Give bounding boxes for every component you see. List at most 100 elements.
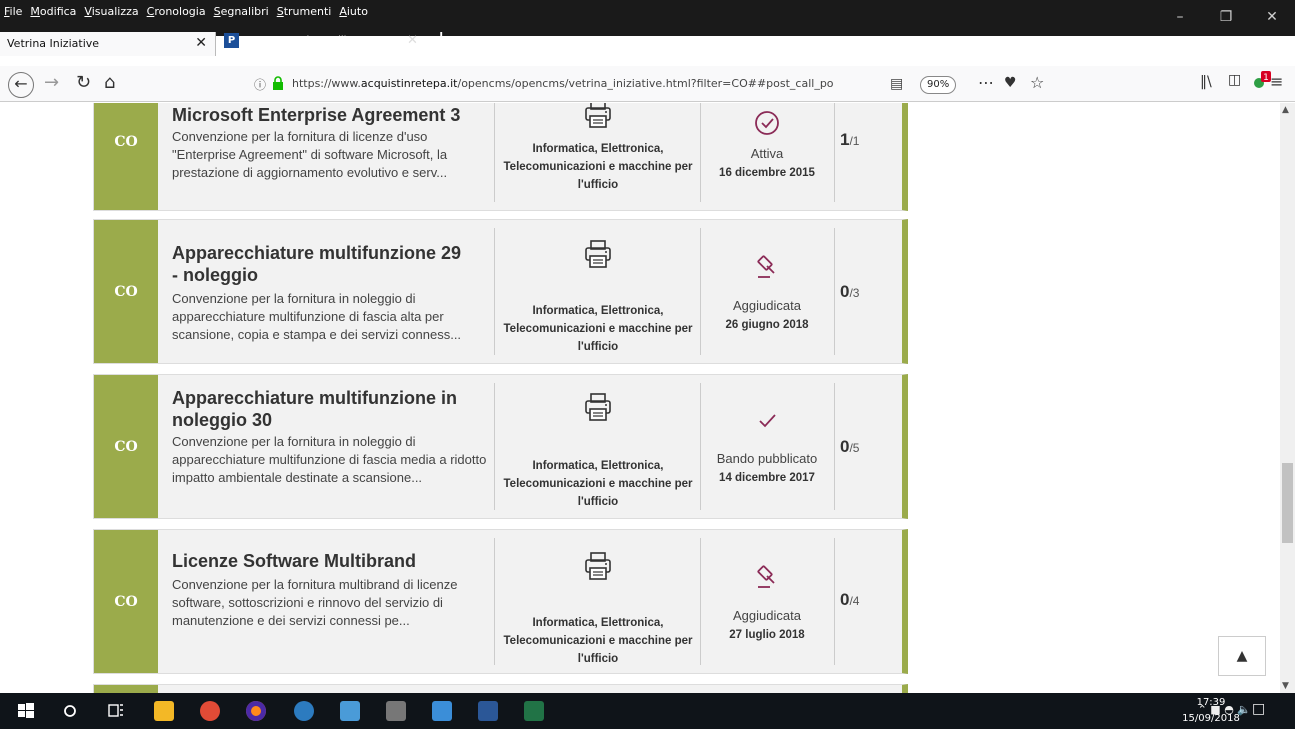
scroll-down-icon[interactable]: ▼	[1282, 681, 1289, 691]
category-block: Informatica, Elettronica, Telecomunicazi…	[496, 550, 700, 668]
url-text[interactable]: https://www.acquistinretepa.it/opencms/o…	[292, 77, 892, 90]
sidebar-icon[interactable]: ◫	[1228, 72, 1241, 88]
category-text: Informatica, Elettronica, Telecomunicazi…	[503, 305, 693, 353]
reader-view-icon[interactable]: ▤	[890, 76, 903, 92]
gavel-icon	[757, 565, 775, 588]
bookmark-star-icon[interactable]: ☆	[1030, 73, 1044, 92]
initiative-card[interactable]	[93, 684, 908, 693]
word-icon[interactable]	[478, 701, 498, 721]
card-title[interactable]: Licenze Software Multibrand	[172, 550, 472, 572]
status-date: 27 luglio 2018	[729, 629, 805, 641]
close-tab-icon[interactable]: ✕	[195, 35, 207, 51]
new-tab-icon[interactable]: +	[432, 27, 450, 52]
card-description: Convenzione per la fornitura di licenze …	[172, 129, 448, 180]
type-badge: CO	[94, 375, 158, 518]
printer-icon	[585, 240, 611, 268]
lot-count: 1/1	[840, 130, 860, 149]
card-description: Convenzione per la fornitura in noleggio…	[172, 291, 462, 342]
scroll-thumb[interactable]	[1282, 463, 1293, 543]
pocket-icon[interactable]: ♥	[1004, 75, 1017, 91]
tab-vetrina-iniziative[interactable]: Vetrina Iniziative ✕	[0, 32, 216, 56]
task-view-icon[interactable]	[106, 701, 126, 721]
column-divider	[494, 383, 495, 510]
page-scrollbar[interactable]: ▲ ▼	[1280, 103, 1295, 693]
category-block: Informatica, Elettronica, Telecomunicazi…	[496, 238, 700, 356]
firefox-icon[interactable]	[246, 701, 266, 721]
reload-icon[interactable]: ↻	[76, 72, 91, 93]
app-icon[interactable]	[340, 701, 360, 721]
column-divider	[834, 103, 835, 202]
card-title[interactable]: Microsoft Enterprise Agreement 3	[172, 104, 472, 126]
app-icon[interactable]	[432, 701, 452, 721]
column-divider	[494, 228, 495, 355]
column-divider	[494, 538, 495, 665]
lot-count: 0/4	[840, 590, 860, 609]
category-text: Informatica, Elettronica, Telecomunicazi…	[503, 460, 693, 508]
card-title[interactable]: Apparecchiature multifunzione in noleggi…	[172, 387, 472, 431]
card-description: Convenzione per la fornitura multibrand …	[172, 577, 458, 628]
zoom-indicator[interactable]: 90%	[920, 76, 957, 94]
printer-icon	[585, 103, 611, 128]
printer-icon	[585, 552, 611, 580]
printer-icon	[585, 393, 611, 421]
back-to-top-button[interactable]: ▲	[1218, 636, 1266, 676]
status-label: Aggiudicata	[733, 298, 801, 313]
app-icon[interactable]	[294, 701, 314, 721]
menu-visualizza[interactable]: Visualizza	[84, 5, 138, 18]
card-title[interactable]: Apparecchiature multifunzione 29 - noleg…	[172, 242, 472, 286]
status-date: 16 dicembre 2015	[719, 167, 815, 179]
type-badge	[94, 685, 158, 693]
more-actions-icon[interactable]: ⋯	[978, 73, 994, 92]
menu-strumenti[interactable]: Strumenti	[277, 5, 332, 18]
initiative-card[interactable]: CO Microsoft Enterprise Agreement 3 Conv…	[93, 103, 908, 211]
menu-segnalibri[interactable]: Segnalibri	[214, 5, 269, 18]
gavel-icon	[757, 255, 775, 278]
window-titlebar: File Modifica Visualizza Cronologia Segn…	[0, 0, 1295, 56]
chrome-icon[interactable]	[200, 701, 220, 721]
close-window-button[interactable]: ✕	[1252, 6, 1292, 28]
column-divider	[834, 383, 835, 510]
status-date: 14 dicembre 2017	[719, 472, 815, 484]
search-icon[interactable]	[60, 701, 80, 721]
close-tab-icon[interactable]: ✕	[407, 33, 418, 48]
extension-notification-icon[interactable]: 1	[1252, 70, 1272, 90]
initiative-card[interactable]: CO Licenze Software Multibrand Convenzio…	[93, 529, 908, 674]
card-description: Convenzione per la fornitura in noleggio…	[172, 434, 487, 485]
page-content: CO Microsoft Enterprise Agreement 3 Conv…	[0, 103, 1280, 693]
calculator-icon[interactable]	[386, 701, 406, 721]
navigation-toolbar: ← → ↻ ⌂ ⓘ https://www.acquistinretepa.it…	[0, 66, 1295, 102]
category-block: Informatica, Elettronica, Telecomunicazi…	[496, 391, 700, 511]
clock[interactable]: 17:39 15/09/2018	[1180, 695, 1242, 727]
hamburger-menu-icon[interactable]: ≡	[1270, 72, 1283, 91]
check-icon	[759, 414, 776, 428]
back-icon[interactable]: ←	[8, 72, 34, 98]
menu-aiuto[interactable]: Aiuto	[339, 5, 368, 18]
home-icon[interactable]: ⌂	[104, 72, 115, 93]
type-badge: CO	[94, 220, 158, 363]
url-bar[interactable]: ⓘ https://www.acquistinretepa.it/opencms…	[238, 71, 1044, 97]
initiative-card[interactable]: CO Apparecchiature multifunzione 29 - no…	[93, 219, 908, 364]
file-explorer-icon[interactable]	[154, 701, 174, 721]
tab-label: I.I.S. "Luca Signorelli" – Cortona	[244, 35, 403, 46]
tab-iis-signorelli[interactable]: P I.I.S. "Luca Signorelli" – Cortona ✕	[222, 30, 422, 54]
lock-icon	[273, 76, 283, 90]
menu-file[interactable]: File	[4, 5, 22, 18]
lot-count: 0/5	[840, 437, 860, 456]
windows-taskbar: ⌃ ■ ◓ 🔈 17:39 15/09/2018 □	[0, 693, 1295, 729]
menu-modifica[interactable]: Modifica	[30, 5, 76, 18]
menu-bar: File Modifica Visualizza Cronologia Segn…	[4, 5, 376, 18]
excel-icon[interactable]	[524, 701, 544, 721]
windows-start-icon[interactable]	[16, 701, 36, 721]
restore-button[interactable]: ❐	[1206, 6, 1246, 28]
initiative-card[interactable]: CO Apparecchiature multifunzione in nole…	[93, 374, 908, 519]
menu-cronologia[interactable]: Cronologia	[147, 5, 206, 18]
check-circle-icon	[755, 111, 779, 135]
forward-icon[interactable]: →	[44, 72, 59, 93]
type-badge: CO	[94, 530, 158, 673]
type-badge: CO	[94, 103, 158, 210]
scroll-up-icon[interactable]: ▲	[1282, 105, 1289, 115]
library-icon[interactable]: ‖\	[1200, 74, 1212, 90]
minimize-button[interactable]: –	[1160, 6, 1200, 28]
info-icon[interactable]: ⓘ	[254, 76, 266, 93]
action-center-icon[interactable]: □	[1252, 701, 1265, 717]
